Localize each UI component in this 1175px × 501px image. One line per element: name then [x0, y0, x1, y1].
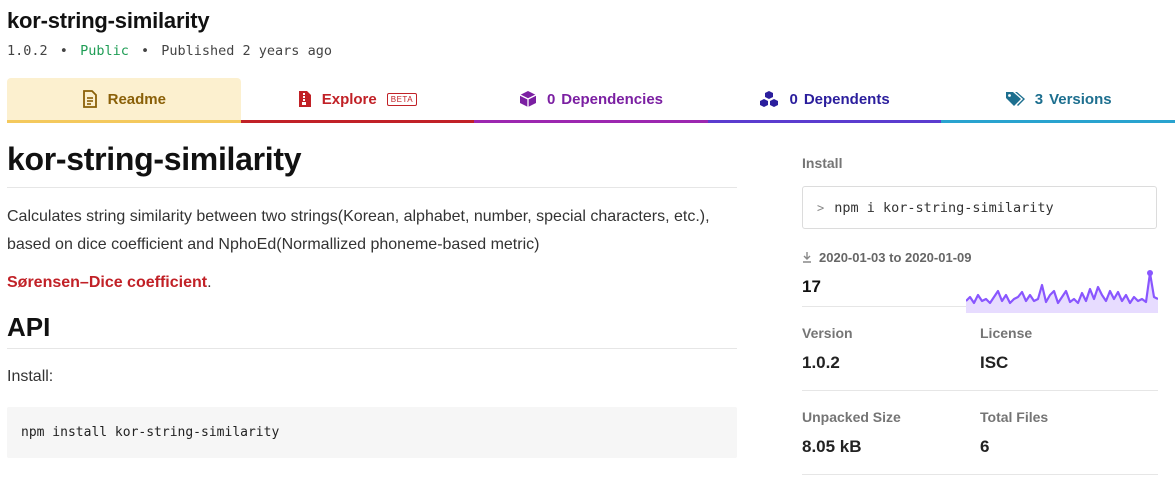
unpacked-size-value: 8.05 kB: [802, 437, 862, 456]
package-meta: 1.0.2 • Public • Published 2 years ago: [7, 41, 1167, 61]
version-value: 1.0.2: [802, 353, 840, 372]
downloads-range-text: 2020-01-03 to 2020-01-09: [819, 249, 972, 265]
meta-separator: •: [140, 43, 150, 59]
explore-icon: [298, 91, 311, 107]
tags-icon: [1005, 92, 1025, 106]
stat-version: Version 1.0.2: [802, 307, 980, 391]
downloads-count: 17: [802, 277, 821, 296]
license-value: ISC: [980, 353, 1009, 372]
tab-versions[interactable]: 3 Versions: [941, 78, 1175, 123]
stat-total-files: Total Files 6: [980, 391, 1158, 475]
package-title: kor-string-similarity: [7, 8, 210, 33]
tab-readme-label: Readme: [107, 90, 166, 108]
install-label: Install: [802, 155, 843, 171]
stat-license: License ISC: [980, 307, 1158, 391]
unpacked-size-label: Unpacked Size: [802, 409, 901, 425]
visibility-badge: Public: [80, 43, 129, 59]
tab-dependencies[interactable]: 0 Dependencies: [474, 78, 708, 123]
tab-explore[interactable]: Explore BETA: [240, 78, 475, 123]
dice-coefficient-link[interactable]: Sørensen–Dice coefficient: [7, 274, 207, 291]
dependents-count: 0: [789, 90, 798, 108]
boxes-icon: [760, 91, 779, 107]
dependencies-count: 0: [546, 90, 556, 108]
readme-icon: [82, 90, 97, 108]
license-label: License: [980, 325, 1033, 341]
tab-dependencies-label: Dependencies: [561, 90, 664, 108]
downloads-sparkline[interactable]: [966, 257, 1158, 313]
meta-separator: •: [59, 43, 68, 59]
install-code: npm install kor-string-similarity: [21, 425, 280, 440]
tab-versions-label: Versions: [1049, 90, 1112, 108]
tab-explore-label: Explore: [321, 90, 377, 108]
package-tabs: Readme Explore BETA 0 Dependencies 0 Dep…: [7, 78, 1175, 123]
install-code-block[interactable]: npm install kor-string-similarity: [7, 407, 737, 458]
download-icon: [803, 252, 811, 263]
package-stats: Version 1.0.2 License ISC Unpacked Size …: [802, 307, 1158, 475]
sparkline-marker: [1147, 270, 1153, 276]
readme-content: kor-string-similarity Calculates string …: [7, 130, 737, 458]
tab-dependents-label: Dependents: [803, 90, 890, 108]
total-files-label: Total Files: [980, 409, 1049, 425]
versions-count: 3: [1034, 90, 1044, 108]
published-date: Published 2 years ago: [161, 43, 332, 59]
package-header: kor-string-similarity 1.0.2 • Public • P…: [7, 6, 1167, 61]
tab-readme[interactable]: Readme: [7, 78, 241, 123]
install-command-box[interactable]: > npm i kor-string-similarity: [802, 186, 1157, 229]
beta-badge: BETA: [386, 92, 418, 106]
readme-description: Calculates string similarity between two…: [7, 208, 710, 253]
link-suffix: .: [207, 274, 212, 291]
tab-dependents[interactable]: 0 Dependents: [707, 78, 942, 123]
box-icon: [519, 91, 537, 107]
version-label: Version: [802, 325, 853, 341]
package-version: 1.0.2: [7, 43, 48, 59]
install-command: npm i kor-string-similarity: [834, 199, 1054, 216]
api-heading: API: [7, 306, 737, 349]
package-sidebar: Install > npm i kor-string-similarity 20…: [802, 150, 1158, 475]
weekly-downloads: 2020-01-03 to 2020-01-09 17: [802, 247, 1158, 313]
sparkline-area: [966, 273, 1158, 313]
total-files-value: 6: [980, 437, 990, 456]
stat-unpacked-size: Unpacked Size 8.05 kB: [802, 391, 980, 475]
prompt-icon: >: [817, 200, 825, 215]
readme-title: kor-string-similarity: [7, 130, 737, 188]
readme-install-label: Install:: [7, 368, 54, 385]
readme-link-line: Sørensen–Dice coefficient.: [7, 273, 737, 293]
